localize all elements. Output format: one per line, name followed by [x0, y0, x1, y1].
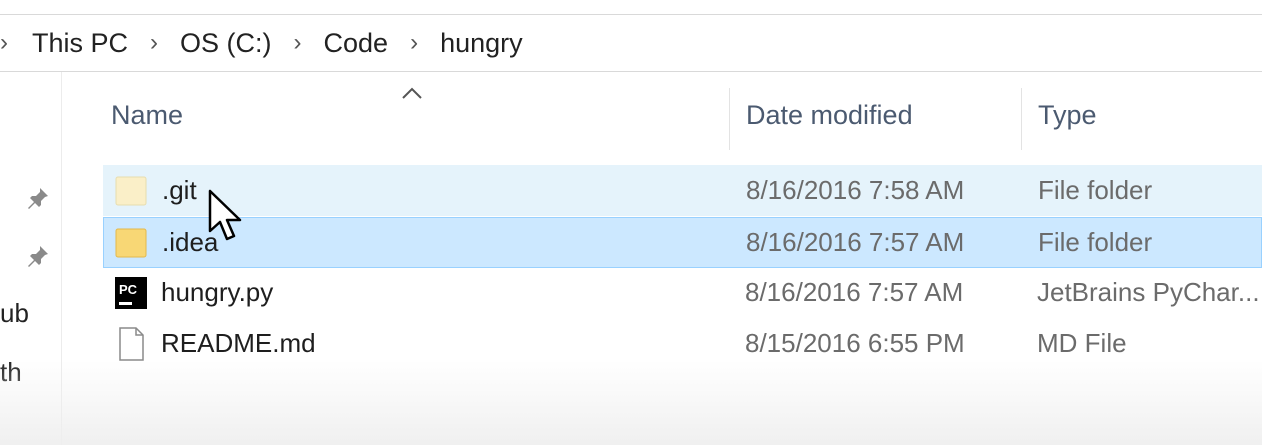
- nav-item-label[interactable]: ub: [0, 298, 29, 329]
- nav-item-label[interactable]: th: [0, 357, 22, 388]
- file-row-git[interactable]: .git 8/16/2016 7:58 AM File folder: [103, 165, 1262, 216]
- file-row-hungry-py[interactable]: PC hungry.py 8/16/2016 7:57 AM JetBrains…: [103, 268, 1262, 319]
- address-bar[interactable]: › This PC › OS (C:) › Code › hungry: [0, 14, 1262, 72]
- file-date-modified: 8/16/2016 7:58 AM: [746, 175, 965, 205]
- bottom-fade: [0, 360, 1262, 445]
- file-name: README.md: [161, 328, 316, 358]
- breadcrumb: › This PC › OS (C:) › Code › hungry: [0, 15, 523, 71]
- svg-text:PC: PC: [119, 282, 138, 297]
- pin-icon[interactable]: [26, 244, 50, 268]
- file-date-modified: 8/16/2016 7:57 AM: [745, 277, 964, 307]
- breadcrumb-separator[interactable]: ›: [410, 29, 418, 57]
- breadcrumb-separator[interactable]: ›: [150, 29, 158, 57]
- column-header-name[interactable]: Name: [111, 100, 183, 131]
- folder-icon: [115, 228, 147, 258]
- column-divider[interactable]: [1021, 88, 1022, 150]
- file-name: .git: [162, 175, 197, 205]
- file-type: JetBrains PyChar...: [1037, 277, 1260, 307]
- file-name: .idea: [162, 227, 219, 257]
- breadcrumb-code[interactable]: Code: [324, 28, 389, 59]
- breadcrumb-separator[interactable]: ›: [294, 29, 302, 57]
- breadcrumb-separator[interactable]: ›: [0, 29, 8, 57]
- file-date-modified: 8/15/2016 6:55 PM: [745, 328, 965, 358]
- file-type: File folder: [1038, 175, 1153, 205]
- column-header-date-modified[interactable]: Date modified: [746, 100, 913, 131]
- column-divider[interactable]: [729, 88, 730, 150]
- file-row-readme-md[interactable]: README.md 8/15/2016 6:55 PM MD File: [103, 319, 1262, 370]
- file-row-idea[interactable]: .idea 8/16/2016 7:57 AM File folder: [103, 217, 1262, 268]
- sort-ascending-icon: [402, 87, 422, 99]
- file-name: hungry.py: [161, 277, 274, 307]
- breadcrumb-this-pc[interactable]: This PC: [32, 28, 128, 59]
- column-header-type[interactable]: Type: [1038, 100, 1097, 131]
- breadcrumb-hungry[interactable]: hungry: [440, 28, 523, 59]
- folder-icon: [115, 176, 147, 206]
- file-type: File folder: [1038, 227, 1153, 257]
- pycharm-file-icon: PC: [115, 277, 147, 309]
- navigation-pane: ub th: [0, 72, 62, 445]
- pin-icon[interactable]: [26, 186, 50, 210]
- document-icon: [119, 327, 144, 361]
- file-date-modified: 8/16/2016 7:57 AM: [746, 227, 965, 257]
- breadcrumb-os-c[interactable]: OS (C:): [180, 28, 272, 59]
- file-type: MD File: [1037, 328, 1127, 358]
